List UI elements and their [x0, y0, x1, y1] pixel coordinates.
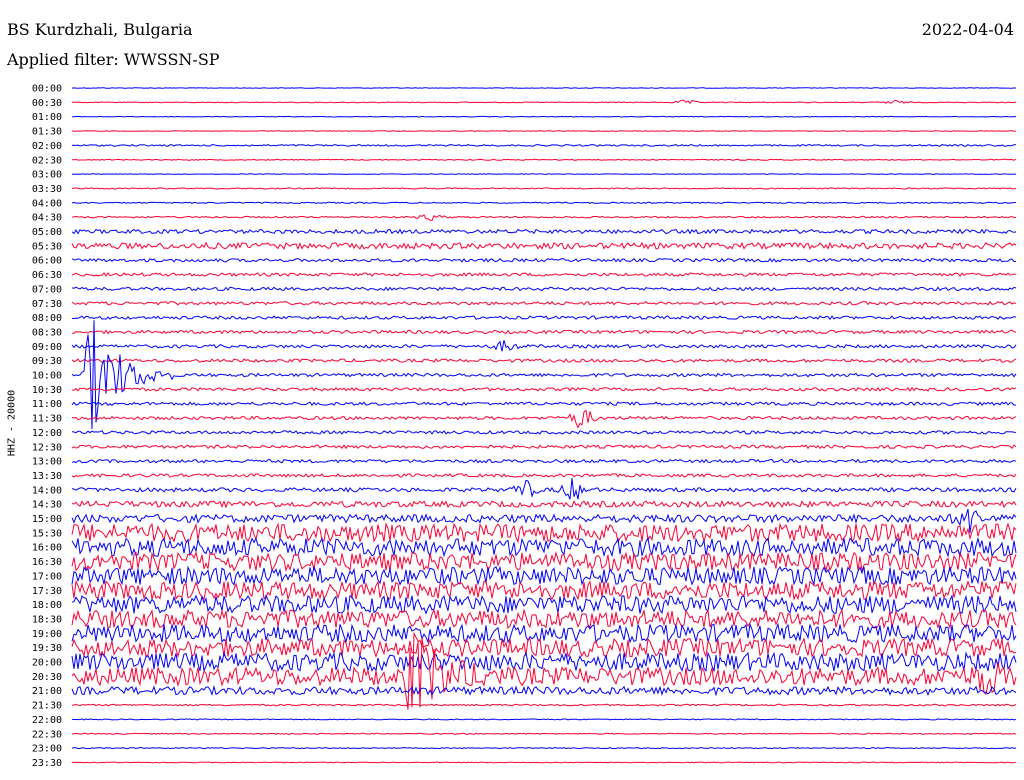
time-tick-label: 13:00 — [32, 457, 62, 468]
time-tick-label: 15:00 — [32, 514, 62, 525]
trace-line — [71, 228, 1017, 235]
trace-line — [71, 499, 1017, 509]
time-tick-label: 01:00 — [32, 112, 62, 123]
time-tick-label: 20:30 — [32, 672, 62, 683]
time-axis: 00:00 00:30 01:00 01:30 02:00 02:30 03:00 03:30… — [32, 84, 62, 769]
time-tick-label: 21:30 — [32, 701, 62, 712]
trace-line — [71, 684, 1017, 697]
time-tick-label: 14:00 — [32, 485, 62, 496]
time-tick-label: 15:30 — [32, 528, 62, 539]
trace-line — [71, 732, 1017, 735]
trace-line — [71, 187, 1017, 190]
trace-line — [71, 158, 1017, 161]
trace-line — [71, 386, 1017, 392]
time-tick-label: 07:30 — [32, 299, 62, 310]
time-tick-label: 17:00 — [32, 571, 62, 582]
time-tick-label: 00:30 — [32, 98, 62, 109]
time-tick-label: 19:00 — [32, 629, 62, 640]
time-tick-label: 10:30 — [32, 385, 62, 396]
time-tick-label: 09:30 — [32, 356, 62, 367]
trace-line — [71, 718, 1017, 721]
time-tick-label: 23:30 — [32, 758, 62, 769]
trace-line — [71, 99, 1017, 105]
trace-line — [72, 315, 1017, 321]
trace-line — [71, 409, 1017, 429]
trace-line — [71, 143, 1016, 147]
trace-line — [71, 130, 1017, 132]
time-tick-label: 20:00 — [32, 658, 62, 669]
time-tick-label: 12:00 — [32, 428, 62, 439]
trace-line — [71, 401, 1017, 407]
time-tick-label: 06:30 — [32, 270, 62, 281]
trace-line — [71, 637, 1017, 659]
trace-line — [71, 444, 1017, 450]
time-tick-label: 08:30 — [32, 327, 62, 338]
time-tick-label: 22:00 — [32, 715, 62, 726]
trace-line — [71, 550, 1017, 573]
time-tick-label: 00:00 — [32, 84, 62, 95]
trace-line — [71, 430, 1017, 435]
trace-line — [71, 594, 1017, 615]
trace-line — [71, 747, 1017, 750]
trace-line — [71, 173, 1016, 175]
trace-line — [71, 257, 1017, 263]
time-tick-label: 16:30 — [32, 557, 62, 568]
trace-line — [72, 115, 1017, 118]
trace-line — [71, 703, 1017, 707]
trace-line — [72, 214, 1017, 222]
trace-line — [71, 522, 1017, 544]
time-tick-label: 16:00 — [32, 543, 62, 554]
trace-line — [71, 286, 1017, 292]
time-tick-label: 11:00 — [32, 399, 62, 410]
trace-line — [71, 478, 1017, 500]
time-tick-label: 18:00 — [32, 600, 62, 611]
time-tick-label: 19:30 — [32, 643, 62, 654]
time-tick-label: 21:00 — [32, 686, 62, 697]
trace-line — [71, 320, 1017, 430]
time-tick-label: 03:30 — [32, 184, 62, 195]
time-tick-label: 06:00 — [32, 256, 62, 267]
time-tick-label: 23:00 — [32, 744, 62, 755]
trace-line — [71, 201, 1017, 204]
trace-line — [72, 329, 1017, 335]
trace-line — [71, 340, 1017, 352]
time-tick-label: 04:30 — [32, 213, 62, 224]
time-tick-label: 14:30 — [32, 500, 62, 511]
trace-line — [71, 473, 1017, 478]
trace-line — [71, 272, 1017, 277]
time-tick-label: 03:00 — [32, 170, 62, 181]
time-tick-label: 05:30 — [32, 241, 62, 252]
time-tick-label: 22:30 — [32, 729, 62, 740]
trace-line — [71, 241, 1017, 251]
trace-line — [71, 358, 1017, 363]
trace-line — [71, 622, 1017, 644]
time-tick-label: 17:30 — [32, 586, 62, 597]
time-tick-label: 13:30 — [32, 471, 62, 482]
time-tick-label: 10:00 — [32, 371, 62, 382]
time-tick-label: 07:00 — [32, 284, 62, 295]
time-tick-label: 05:00 — [32, 227, 62, 238]
trace-line — [71, 761, 1017, 764]
seismogram-traces — [71, 87, 1017, 764]
seismogram-plot: 00:00 00:30 01:00 01:30 02:00 02:30 03:00 03:30… — [32, 84, 1017, 769]
time-tick-label: 12:30 — [32, 442, 62, 453]
time-tick-label: 08:00 — [32, 313, 62, 324]
time-tick-label: 02:00 — [32, 141, 62, 152]
trace-line — [71, 300, 1017, 306]
trace-line — [71, 608, 1017, 630]
time-tick-label: 11:30 — [32, 414, 62, 425]
trace-line — [71, 458, 1017, 464]
time-tick-label: 02:30 — [32, 155, 62, 166]
time-tick-label: 09:00 — [32, 342, 62, 353]
time-tick-label: 04:00 — [32, 198, 62, 209]
trace-line — [71, 508, 1017, 534]
trace-line — [71, 631, 1017, 710]
trace-line — [71, 87, 1017, 89]
time-tick-label: 01:30 — [32, 127, 62, 138]
time-tick-label: 18:30 — [32, 614, 62, 625]
